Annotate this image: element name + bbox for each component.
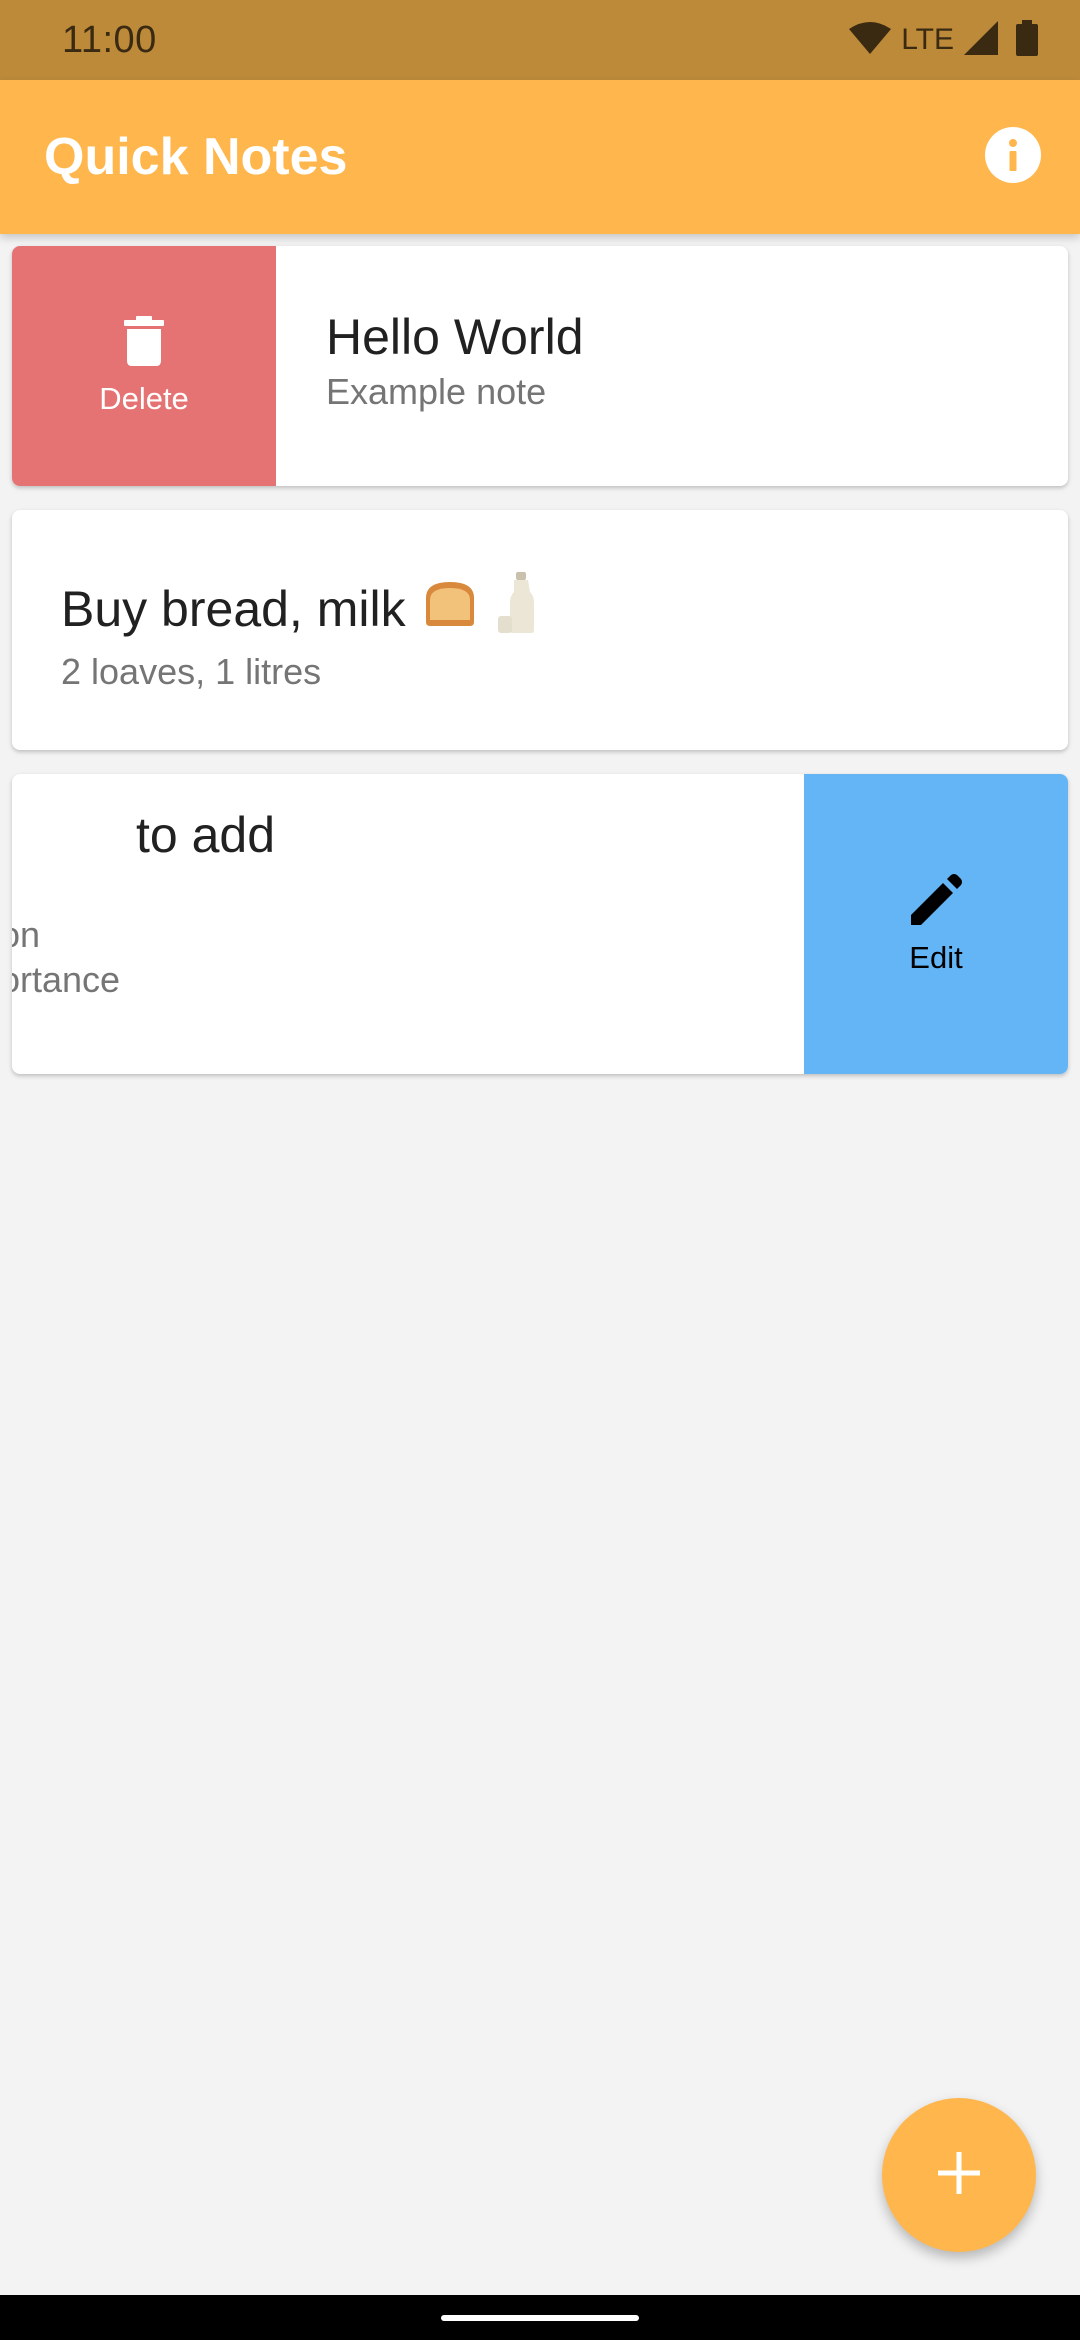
note-subtitle: on ortance [12, 912, 120, 1002]
note-subtitle: Example note [326, 371, 547, 412]
note-title-row: Buy bread, milk [61, 572, 538, 646]
note-title: Hello World [326, 309, 584, 365]
note-card[interactable]: Buy bread, milk 2 loaves, 1 litres [12, 510, 1068, 750]
battery-icon [1016, 19, 1038, 61]
delete-label: Delete [99, 380, 189, 416]
note-subtitle-line: ortance [12, 959, 121, 1000]
bread-icon [420, 578, 480, 640]
note-subtitle-line: on [12, 914, 41, 955]
home-handle[interactable] [441, 2314, 639, 2321]
note-subtitle: 2 loaves, 1 litres [61, 651, 322, 692]
note-card[interactable]: to add on ortance Edit [12, 774, 1068, 1074]
app-bar: Quick Notes [0, 80, 1080, 234]
delete-button[interactable]: Delete [12, 246, 276, 486]
wifi-icon [849, 21, 892, 60]
info-icon [984, 126, 1042, 189]
signal-icon [964, 20, 998, 60]
note-title: Buy bread, milk [61, 581, 406, 637]
status-icons: LTE [849, 19, 1038, 61]
milk-bottle-icon [494, 572, 538, 646]
network-type: LTE [901, 23, 954, 56]
pencil-icon [909, 873, 963, 932]
status-time: 11:00 [62, 18, 157, 61]
status-bar: 11:00 LTE [0, 0, 1080, 80]
note-content: Hello World Example note [326, 308, 584, 414]
plus-icon [936, 2150, 982, 2201]
edit-button[interactable]: Edit [804, 774, 1068, 1074]
edit-label: Edit [909, 939, 963, 975]
note-title: to add [135, 807, 275, 863]
trash-icon [124, 315, 164, 371]
app-title: Quick Notes [44, 128, 348, 186]
note-card[interactable]: Delete Hello World Example note [12, 246, 1068, 486]
note-content: to add [136, 806, 275, 894]
navigation-bar [0, 2295, 1080, 2340]
add-note-button[interactable] [882, 2098, 1036, 2252]
note-content: Buy bread, milk 2 loaves, 1 litres [61, 572, 538, 694]
info-button[interactable] [984, 126, 1042, 189]
